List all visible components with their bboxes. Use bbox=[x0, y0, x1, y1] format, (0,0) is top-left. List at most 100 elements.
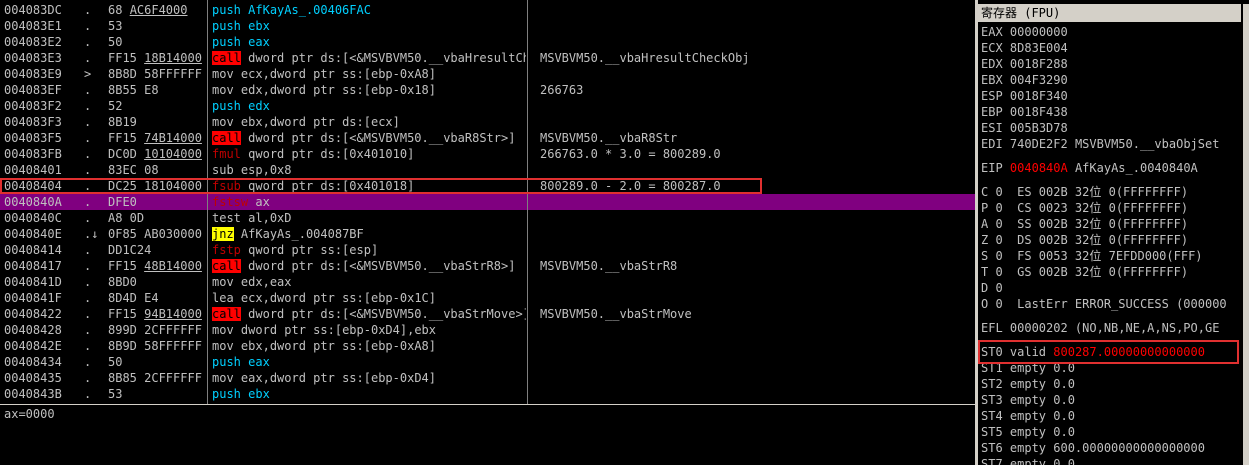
disasm-row[interactable]: 004083E9 >8B8D 58FFFFFF mov ecx,dword ptr … bbox=[0, 66, 975, 82]
register-eip[interactable]: EIP 0040840A AfKayAs_.0040840A bbox=[981, 160, 1198, 176]
comment-cell bbox=[540, 322, 970, 338]
register-edi[interactable]: EDI 740DE2F2 MSVBVM50.__vbaObjSet bbox=[981, 136, 1219, 152]
register-name: ECX bbox=[981, 41, 1003, 55]
jump-marker: . bbox=[84, 19, 92, 33]
disasm-row[interactable]: 0040840E .↓ 0F85 AB030000 jnz AfKayAs_.0040… bbox=[0, 226, 975, 242]
comment-cell bbox=[540, 354, 970, 370]
registers-header[interactable]: 寄存器 (FPU) bbox=[978, 4, 1241, 22]
hex-bytes-cell: 50 bbox=[108, 35, 123, 49]
address-cell: 0040843B bbox=[4, 387, 62, 401]
flag-segment-row[interactable]: C 0 ES 002B 32位 0(FFFFFFFF) bbox=[981, 184, 1188, 200]
disasm-row[interactable]: 0040841F. 8D4D E4 lea ecx,dword ptr ss:[eb… bbox=[0, 290, 975, 306]
comment-cell bbox=[540, 34, 970, 50]
comment-cell: MSVBVM50.__vbaStrMove bbox=[540, 307, 692, 321]
asm-operands: ebx,dword ptr ds:[ecx] bbox=[240, 115, 400, 129]
asm-mnemonic: sub bbox=[212, 163, 234, 177]
disasm-row[interactable]: 004083E1. 53 push ebx bbox=[0, 18, 975, 34]
disasm-row[interactable]: 004083F3. 8B19 mov ebx,dword ptr ds:[ecx] bbox=[0, 114, 975, 130]
disasm-row[interactable]: 00408401. 83EC 08 sub esp,0x8 bbox=[0, 162, 975, 178]
register-value[interactable]: 8D83E004 bbox=[1010, 41, 1068, 55]
disasm-row[interactable]: 00408435. 8B85 2CFFFFFF mov eax,dword ptr … bbox=[0, 370, 975, 386]
fpu-st-register[interactable]: ST6 empty 600.00000000000000000 bbox=[981, 440, 1205, 456]
register-value[interactable]: 005B3D78 bbox=[1010, 121, 1068, 135]
asm-operands: eax bbox=[248, 355, 270, 369]
disasm-row[interactable]: 00408417. FF15 48B14000 call dword ptr ds:… bbox=[0, 258, 975, 274]
asm-mnemonic: mov bbox=[212, 323, 234, 337]
hex-bytes-cell: 8B19 bbox=[108, 115, 137, 129]
registers-pane[interactable]: 寄存器 (FPU) EAX 00000000 ECX 8D83E004 EDX 00… bbox=[978, 0, 1249, 465]
register-edx[interactable]: EDX 0018F288 bbox=[981, 56, 1068, 72]
asm-cell: mov edx,eax bbox=[212, 274, 526, 290]
disasm-row[interactable]: 00408414. DD1C24 fstp qword ptr ss:[esp] bbox=[0, 242, 975, 258]
disasm-row[interactable]: 0040840C. A8 0D test al,0xD bbox=[0, 210, 975, 226]
asm-cell: fstp qword ptr ss:[esp] bbox=[212, 242, 526, 258]
disasm-row[interactable]: 00408428. 899D 2CFFFFFF mov dword ptr ss:[… bbox=[0, 322, 975, 338]
disassembly-pane[interactable]: 004083DC. 68 AC6F4000 push AfKayAs_.00406F… bbox=[0, 0, 975, 404]
fpu-st-register[interactable]: ST7 empty 0.0 bbox=[981, 456, 1075, 465]
fpu-st-register[interactable]: ST4 empty 0.0 bbox=[981, 408, 1075, 424]
asm-mnemonic: jnz bbox=[212, 227, 234, 241]
register-ebp[interactable]: EBP 0018F438 bbox=[981, 104, 1068, 120]
register-value[interactable]: 004F3290 bbox=[1010, 73, 1068, 87]
disasm-row[interactable]: 00408422. FF15 94B14000 call dword ptr ds:… bbox=[0, 306, 975, 322]
address-cell: 00408401 bbox=[4, 163, 62, 177]
asm-operands: ebx bbox=[248, 387, 270, 401]
fpu-st-register[interactable]: ST2 empty 0.0 bbox=[981, 376, 1075, 392]
disasm-row[interactable]: 004083F2. 52 push edx bbox=[0, 98, 975, 114]
disasm-row[interactable]: 004083DC. 68 AC6F4000 push AfKayAs_.00406F… bbox=[0, 2, 975, 18]
register-value[interactable]: 0018F288 bbox=[1010, 57, 1068, 71]
flag-segment-row[interactable]: Z 0 DS 002B 32位 0(FFFFFFFF) bbox=[981, 232, 1188, 248]
disasm-row[interactable]: 004083E3. FF15 18B14000 call dword ptr ds:… bbox=[0, 50, 975, 66]
register-value[interactable]: 0040840A bbox=[1010, 161, 1068, 175]
register-esp[interactable]: ESP 0018F340 bbox=[981, 88, 1068, 104]
flag-segment-row[interactable]: P 0 CS 0023 32位 0(FFFFFFFF) bbox=[981, 200, 1188, 216]
register-esi[interactable]: ESI 005B3D78 bbox=[981, 120, 1068, 136]
hex-bytes-cell: 53 bbox=[108, 387, 123, 401]
register-ebx[interactable]: EBX 004F3290 bbox=[981, 72, 1068, 88]
asm-cell: push ebx bbox=[212, 386, 526, 402]
asm-operands: dword ptr ds:[<&MSVBVM50.__vbaStrR8>] bbox=[248, 259, 516, 273]
address-cell: 0040840E bbox=[4, 227, 62, 241]
disasm-row[interactable]: 004083E2. 50 push eax bbox=[0, 34, 975, 50]
flag-segment-row[interactable]: A 0 SS 002B 32位 0(FFFFFFFF) bbox=[981, 216, 1188, 232]
flag-segment-row[interactable]: D 0 bbox=[981, 280, 1003, 296]
register-value[interactable]: 0018F340 bbox=[1010, 89, 1068, 103]
comment-cell bbox=[540, 210, 970, 226]
hex-bytes-cell: 899D 2CFFFFFF bbox=[108, 323, 202, 337]
disasm-row[interactable]: 004083EF. 8B55 E8 mov edx,dword ptr ss:[eb… bbox=[0, 82, 975, 98]
address-cell: 004083E9 bbox=[4, 67, 62, 81]
disasm-row[interactable]: 0040841D. 8BD0 mov edx,eax bbox=[0, 274, 975, 290]
flag-segment-row[interactable]: O 0 LastErr ERROR_SUCCESS (000000 bbox=[981, 296, 1227, 312]
register-value[interactable]: 0018F438 bbox=[1010, 105, 1068, 119]
register-ecx[interactable]: ECX 8D83E004 bbox=[981, 40, 1068, 56]
disasm-row[interactable]: 0040842E. 8B9D 58FFFFFF mov ebx,dword ptr … bbox=[0, 338, 975, 354]
address-cell: 004083F5 bbox=[4, 131, 62, 145]
flag-segment-row[interactable]: S 0 FS 0053 32位 7EFDD000(FFF) bbox=[981, 248, 1203, 264]
asm-cell: push edx bbox=[212, 98, 526, 114]
asm-operands: ecx,dword ptr ss:[ebp-0x1C] bbox=[240, 291, 436, 305]
disasm-row[interactable]: 004083F5. FF15 74B14000 call dword ptr ds:… bbox=[0, 130, 975, 146]
hex-bytes-cell: DFE0 bbox=[108, 195, 137, 209]
registers-scrollbar[interactable] bbox=[1243, 4, 1249, 465]
register-value[interactable]: 00000000 bbox=[1010, 25, 1068, 39]
register-value[interactable]: 740DE2F2 bbox=[1010, 137, 1068, 151]
asm-cell: mov dword ptr ss:[ebp-0xD4],ebx bbox=[212, 322, 526, 338]
address-cell: 00408422 bbox=[4, 307, 62, 321]
fpu-st-register[interactable]: ST3 empty 0.0 bbox=[981, 392, 1075, 408]
column-separator-hex-asm bbox=[207, 0, 208, 404]
register-efl[interactable]: EFL 00000202 (NO,NB,NE,A,NS,PO,GE bbox=[981, 320, 1219, 336]
disasm-row[interactable]: 00408434. 50 push eax bbox=[0, 354, 975, 370]
comment-cell bbox=[540, 386, 970, 402]
jump-marker: . bbox=[84, 387, 92, 401]
register-eax[interactable]: EAX 00000000 bbox=[981, 24, 1068, 40]
flag-segment-row[interactable]: T 0 GS 002B 32位 0(FFFFFFFF) bbox=[981, 264, 1188, 280]
comment-cell bbox=[540, 370, 970, 386]
comment-cell: MSVBVM50.__vbaR8Str bbox=[540, 131, 678, 145]
comment-cell bbox=[540, 2, 970, 18]
disasm-row[interactable]: 004083FB. DC0D 10104000 fmul qword ptr ds:… bbox=[0, 146, 975, 162]
fpu-st-register[interactable]: ST5 empty 0.0 bbox=[981, 424, 1075, 440]
disasm-row[interactable]: 0040843B. 53 push ebx bbox=[0, 386, 975, 402]
disasm-row[interactable]: 0040840A. DFE0 fstsw ax bbox=[0, 194, 975, 210]
register-name: EDI bbox=[981, 137, 1003, 151]
comment-cell bbox=[540, 114, 970, 130]
